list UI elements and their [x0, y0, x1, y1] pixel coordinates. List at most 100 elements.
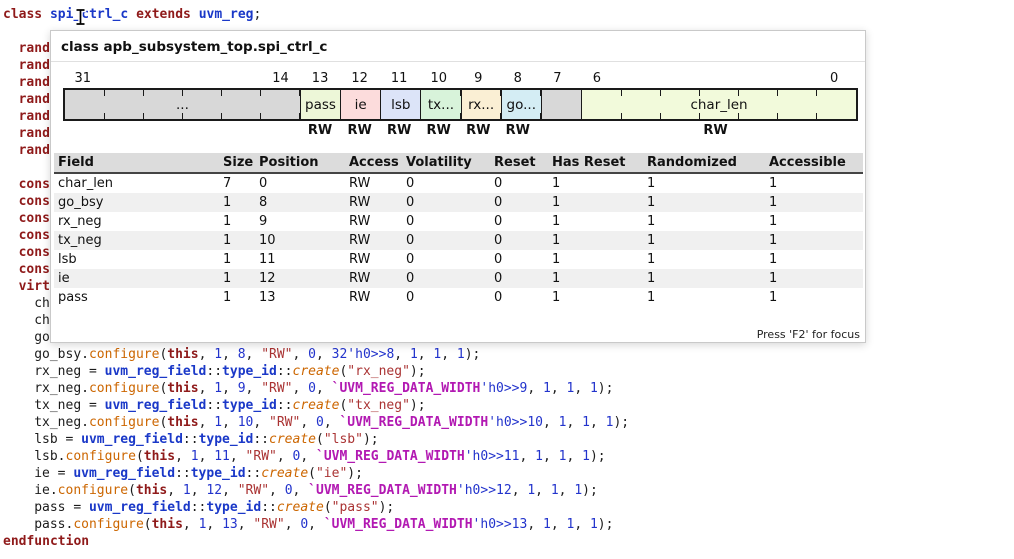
code-token: );: [598, 517, 614, 532]
code-token: );: [598, 381, 614, 396]
code-token: ie.: [34, 483, 57, 498]
code-token: ,: [300, 449, 316, 464]
code-token: ,: [316, 381, 332, 396]
field-cell: 1: [219, 212, 255, 231]
code-token: ::: [246, 466, 262, 481]
bit-access-ie: RW: [340, 123, 380, 138]
code-token: ,: [238, 517, 254, 532]
field-cell: 0: [490, 231, 548, 250]
code-line[interactable]: ie.configure(this, 1, 12, "RW", 0, `UVM_…: [0, 482, 1014, 499]
field-cell: 0: [402, 250, 490, 269]
code-token: uvm_reg_field: [81, 432, 183, 447]
field-cell: 1: [765, 269, 863, 288]
code-token: ,: [199, 415, 215, 430]
bit-access-lsb: RW: [379, 123, 419, 138]
column-header: Accessible: [765, 153, 863, 173]
field-cell: RW: [345, 193, 402, 212]
field-cell: 1: [643, 288, 765, 307]
code-token: 1: [214, 415, 222, 430]
field-cell: 1: [643, 250, 765, 269]
code-token: create: [293, 398, 340, 413]
bit-access-char_len: RW: [577, 123, 854, 138]
code-token: ,: [308, 517, 324, 532]
bit-access-rx...: RW: [458, 123, 498, 138]
code-token: ,: [566, 415, 582, 430]
code-line[interactable]: endfunction: [0, 533, 1014, 550]
code-token: 1: [582, 415, 590, 430]
code-token: ,: [246, 347, 262, 362]
code-line[interactable]: pass = uvm_reg_field::type_id::create("p…: [0, 499, 1014, 516]
bit-number: [103, 71, 143, 86]
code-token: this: [144, 449, 175, 464]
code-token: ,: [394, 347, 410, 362]
code-token: uvm_reg_field: [105, 364, 207, 379]
code-token: type_id: [222, 398, 277, 413]
field-cell: 11: [255, 250, 345, 269]
field-cell: 0: [490, 288, 548, 307]
bit-number: 31: [63, 71, 103, 86]
code-token: rand: [19, 143, 50, 158]
code-token: "lsb": [324, 432, 363, 447]
code-token: ,: [316, 347, 332, 362]
code-token: );: [410, 364, 426, 379]
code-token: ::: [206, 398, 222, 413]
code-token: cons: [19, 177, 50, 192]
field-cell: 7: [219, 173, 255, 193]
code-token: ,: [293, 381, 309, 396]
field-cell: 0: [490, 250, 548, 269]
code-line[interactable]: pass.configure(this, 1, 13, "RW", 0, `UV…: [0, 516, 1014, 533]
code-token: ,: [199, 347, 215, 362]
code-line[interactable]: tx_neg.configure(this, 1, 10, "RW", 0, `…: [0, 414, 1014, 431]
code-line[interactable]: rx_neg = uvm_reg_field::type_id::create(…: [0, 363, 1014, 380]
bit-number-slot-11: 11: [379, 71, 419, 86]
bit-cell-char_len: char_len: [582, 90, 856, 119]
field-cell: 8: [255, 193, 345, 212]
field-cell: rx_neg: [54, 212, 219, 231]
table-row-lsb: lsb111RW00111: [54, 250, 863, 269]
code-token: ,: [183, 517, 199, 532]
code-line[interactable]: go_bsy.configure(this, 1, 8, "RW", 0, 32…: [0, 346, 1014, 363]
code-token: );: [379, 500, 395, 515]
bit-number-slot-13: 13: [300, 71, 340, 86]
code-line[interactable]: ie = uvm_reg_field::type_id::create("ie"…: [0, 465, 1014, 482]
field-cell: RW: [345, 173, 402, 193]
bit-number-slot-8: 8: [498, 71, 538, 86]
field-cell: 0: [255, 173, 345, 193]
code-line[interactable]: lsb = uvm_reg_field::type_id::create("ls…: [0, 431, 1014, 448]
field-cell: char_len: [54, 173, 219, 193]
field-cell: 1: [548, 288, 643, 307]
code-token: `UVM_REG_DATA_WIDTH: [308, 483, 457, 498]
code-token: (: [128, 483, 136, 498]
code-token: "RW": [238, 483, 269, 498]
column-header: Field: [54, 153, 219, 173]
bit-number: [617, 71, 657, 86]
bit-cell-unused-7: [542, 90, 582, 119]
code-token: (: [136, 449, 144, 464]
code-line[interactable]: tx_neg = uvm_reg_field::type_id::create(…: [0, 397, 1014, 414]
code-token: ,: [566, 449, 582, 464]
code-token: class: [3, 7, 42, 22]
code-token: ,: [293, 347, 309, 362]
code-token: go: [34, 330, 50, 345]
column-header: Reset: [490, 153, 548, 173]
field-cell: 1: [219, 250, 255, 269]
bit-cell-ie: ie: [341, 90, 381, 119]
code-line[interactable]: lsb.configure(this, 1, 11, "RW", 0, `UVM…: [0, 448, 1014, 465]
code-line[interactable]: rx_neg.configure(this, 1, 9, "RW", 0, `U…: [0, 380, 1014, 397]
code-line[interactable]: class spi_ctrl_c extends uvm_reg;: [0, 6, 1014, 23]
field-cell: 1: [219, 269, 255, 288]
bit-number: 0: [814, 71, 854, 86]
code-token: (: [144, 517, 152, 532]
code-token: ,: [559, 483, 575, 498]
code-token: ,: [527, 517, 543, 532]
bit-number: [775, 71, 815, 86]
code-token: this: [167, 415, 198, 430]
code-token: ,: [277, 449, 293, 464]
code-token: 1: [214, 381, 222, 396]
code-token: ::: [261, 500, 277, 515]
table-row-char_len: char_len70RW00111: [54, 173, 863, 193]
field-cell: RW: [345, 288, 402, 307]
code-token: 1: [457, 347, 465, 362]
code-token: 0: [308, 381, 316, 396]
bit-number: 6: [577, 71, 617, 86]
